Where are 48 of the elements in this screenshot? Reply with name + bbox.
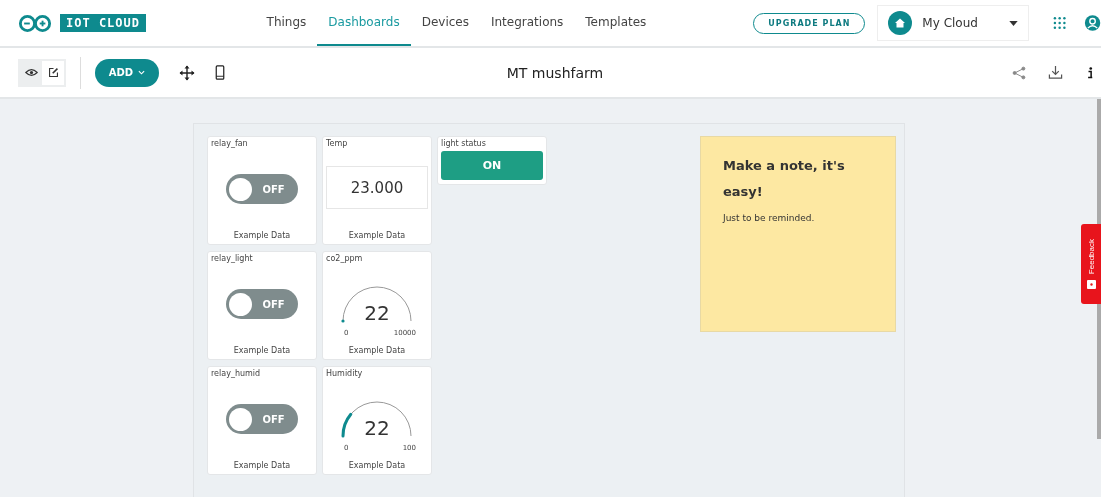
- phone-icon[interactable]: [215, 65, 225, 80]
- widget-title: co2_ppm: [326, 254, 363, 263]
- nav-tab[interactable]: Templates: [574, 0, 658, 46]
- apps-grid-icon[interactable]: [1052, 16, 1066, 30]
- toggle-switch[interactable]: OFF: [226, 404, 298, 434]
- widget-caption: Example Data: [233, 231, 291, 240]
- gauge-value: 22: [364, 416, 390, 440]
- edit-mode-button[interactable]: [42, 60, 64, 85]
- nav-tab[interactable]: Things: [255, 0, 318, 46]
- value-display: 23.000: [326, 166, 428, 209]
- feedback-icon: [1086, 279, 1096, 289]
- nav-tab[interactable]: Dashboards: [317, 0, 411, 46]
- logo-text: IOT CLOUD: [60, 14, 147, 32]
- note-title: Make a note, it's easy!: [723, 157, 846, 201]
- space-dropdown[interactable]: My Cloud: [877, 5, 1029, 41]
- widget-title: relay_humid: [211, 369, 261, 378]
- status-indicator: ON: [441, 151, 543, 180]
- widget-title: relay_light: [211, 254, 253, 263]
- nav-tab[interactable]: Devices: [410, 0, 480, 46]
- note-text: Just to be reminded.: [723, 213, 816, 223]
- add-button[interactable]: ADD: [95, 58, 159, 87]
- widget-title: relay_fan: [211, 139, 248, 148]
- widget-caption: Example Data: [348, 231, 406, 240]
- widget-caption: Example Data: [233, 346, 291, 355]
- widget-caption: Example Data: [348, 346, 406, 355]
- widget-caption: Example Data: [233, 461, 291, 470]
- move-icon[interactable]: [179, 64, 195, 81]
- nav-tab[interactable]: Integrations: [479, 0, 575, 46]
- eye-icon: [24, 68, 38, 77]
- toggle-switch[interactable]: OFF: [226, 289, 298, 319]
- chevron-down-icon: [138, 70, 146, 75]
- widget-title: Humidity: [326, 369, 363, 378]
- logo-icon: [18, 13, 52, 33]
- user-avatar-icon[interactable]: [1083, 14, 1101, 32]
- toggle-switch[interactable]: OFF: [226, 174, 298, 204]
- home-icon: [888, 11, 913, 35]
- widget-title: light status: [441, 139, 486, 148]
- info-icon[interactable]: [1087, 65, 1093, 80]
- widget-caption: Example Data: [348, 461, 406, 470]
- share-icon[interactable]: [1012, 65, 1026, 80]
- upgrade-button[interactable]: UPGRADE PLAN: [753, 12, 866, 34]
- caret-icon: [1008, 20, 1018, 26]
- dashboard-title: MT mushfarm: [505, 64, 605, 81]
- download-icon[interactable]: [1048, 65, 1063, 80]
- feedback-tab[interactable]: Feedback: [1081, 224, 1101, 304]
- pencil-icon: [47, 67, 59, 78]
- gauge-value: 22: [364, 301, 390, 325]
- widget-title: Temp: [326, 139, 348, 148]
